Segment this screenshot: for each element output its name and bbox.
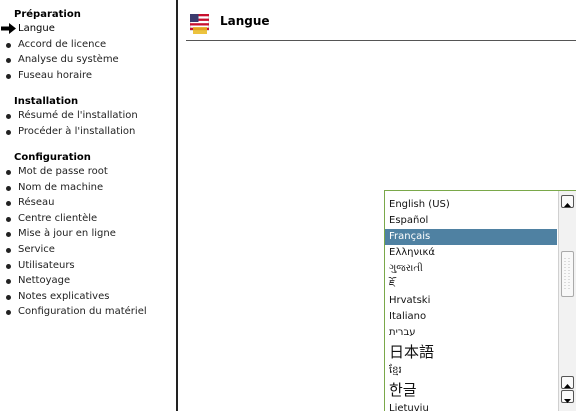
sidebar-item-analyse-du-systeme[interactable]: Analyse du système: [0, 52, 176, 68]
bullet-icon: [6, 232, 11, 238]
sidebar-item-proceder-installation[interactable]: Procéder à l'installation: [0, 124, 176, 140]
bullet-icon: [6, 263, 11, 269]
list-item[interactable]: ខ្មែរ: [385, 363, 557, 379]
list-item[interactable]: Hrvatski: [385, 293, 557, 309]
sidebar-item-label: Mot de passe root: [18, 166, 108, 177]
us-flag-icon: [190, 14, 209, 34]
sidebar-item-label: Résumé de l'installation: [18, 110, 138, 121]
sidebar-item-centre-clientele[interactable]: Centre clientèle: [0, 211, 176, 227]
list-item[interactable]: English (US): [385, 197, 557, 213]
arrow-right-icon: [1, 23, 16, 34]
bullet-icon: [6, 73, 11, 79]
sidebar-item-label: Fuseau horaire: [18, 69, 93, 81]
sidebar-item-nom-de-machine[interactable]: Nom de machine: [0, 180, 176, 196]
list-item[interactable]: 한글: [385, 379, 557, 401]
sidebar-item-accord-de-licence[interactable]: Accord de licence: [0, 37, 176, 53]
sidebar-item-langue[interactable]: Langue: [0, 21, 176, 37]
sidebar-item-label: Mise à jour en ligne: [18, 228, 116, 240]
sidebar: Préparation Langue Accord de licence Ana…: [0, 0, 176, 411]
bullet-icon: [6, 58, 11, 64]
bullet-icon: [6, 42, 11, 48]
header-divider: [186, 40, 576, 41]
bullet-icon: [6, 185, 11, 191]
sidebar-item-configuration-du-materiel[interactable]: Configuration du matériel: [0, 304, 176, 320]
bullet-icon: [6, 201, 11, 207]
language-list-scrollbar[interactable]: [558, 191, 576, 411]
scroll-up-button-bottom[interactable]: [561, 376, 574, 389]
bullet-icon: [6, 247, 11, 253]
page-header: Langue: [178, 0, 576, 40]
sidebar-item-label: Réseau: [18, 197, 55, 209]
sidebar-item-label: Utilisateurs: [18, 259, 75, 271]
section-configuration: Configuration Mot de passe root Nom de m…: [0, 152, 176, 320]
bullet-icon: [6, 294, 11, 300]
sidebar-item-label: Configuration du matériel: [18, 306, 147, 318]
sidebar-item-label: Langue: [18, 23, 55, 34]
section-title: Installation: [14, 96, 79, 107]
list-item[interactable]: עברית: [385, 325, 557, 341]
sidebar-item-label: Nettoyage: [18, 275, 71, 287]
sidebar-item-label: Accord de licence: [18, 38, 107, 50]
sidebar-item-label: Analyse du système: [18, 54, 119, 66]
bullet-icon: [6, 114, 11, 119]
list-item[interactable]: Lietuvių: [385, 401, 557, 411]
list-item[interactable]: Italiano: [385, 309, 557, 325]
list-item[interactable]: 日本語: [385, 341, 557, 363]
bullet-icon: [6, 129, 11, 135]
arrow-down-icon: [564, 399, 571, 403]
sidebar-divider: [176, 0, 178, 411]
sidebar-item-label: Nom de machine: [18, 181, 104, 193]
scroll-up-button[interactable]: [561, 195, 574, 208]
language-list[interactable]: English (US) Español Français Ελληνικά ગ…: [384, 190, 576, 411]
sidebar-item-fuseau-horaire[interactable]: Fuseau horaire: [0, 68, 176, 84]
sidebar-item-reseau[interactable]: Réseau: [0, 195, 176, 211]
sidebar-item-label: Notes explicatives: [18, 290, 110, 302]
bullet-icon: [6, 170, 11, 175]
sidebar-item-label: Procéder à l'installation: [18, 125, 136, 137]
sidebar-item-nettoyage[interactable]: Nettoyage: [0, 273, 176, 289]
sidebar-item-resume-installation[interactable]: Résumé de l'installation: [0, 108, 176, 124]
section-installation: Installation Résumé de l'installation Pr…: [0, 96, 176, 139]
list-item[interactable]: Español: [385, 213, 557, 229]
bullet-icon: [6, 216, 11, 222]
bullet-icon: [6, 310, 11, 316]
sidebar-item-utilisateurs[interactable]: Utilisateurs: [0, 258, 176, 274]
page-title: Langue: [220, 14, 270, 28]
section-title: Configuration: [14, 152, 91, 163]
section-title: Préparation: [14, 9, 81, 20]
grip-icon: [564, 258, 570, 290]
list-item[interactable]: Ελληνικά: [385, 245, 557, 261]
scroll-thumb[interactable]: [561, 251, 574, 297]
sidebar-item-notes-explicatives[interactable]: Notes explicatives: [0, 289, 176, 305]
sidebar-item-label: Service: [18, 243, 55, 255]
sidebar-item-mise-a-jour-en-ligne[interactable]: Mise à jour en ligne: [0, 226, 176, 242]
sidebar-item-service[interactable]: Service: [0, 242, 176, 258]
bullet-icon: [6, 279, 11, 285]
list-item[interactable]: ગુજરાતી: [385, 261, 557, 277]
sidebar-item-mot-de-passe-root[interactable]: Mot de passe root: [0, 164, 176, 180]
list-item-selected[interactable]: Français: [385, 229, 557, 245]
section-preparation: Préparation Langue Accord de licence Ana…: [0, 9, 176, 83]
scroll-down-button[interactable]: [561, 390, 574, 403]
arrow-up-icon: [564, 203, 571, 207]
language-list-rows: English (US) Español Français Ελληνικά ગ…: [385, 191, 557, 411]
list-item[interactable]: ཇོ: [385, 277, 557, 293]
sidebar-item-label: Centre clientèle: [18, 212, 98, 224]
